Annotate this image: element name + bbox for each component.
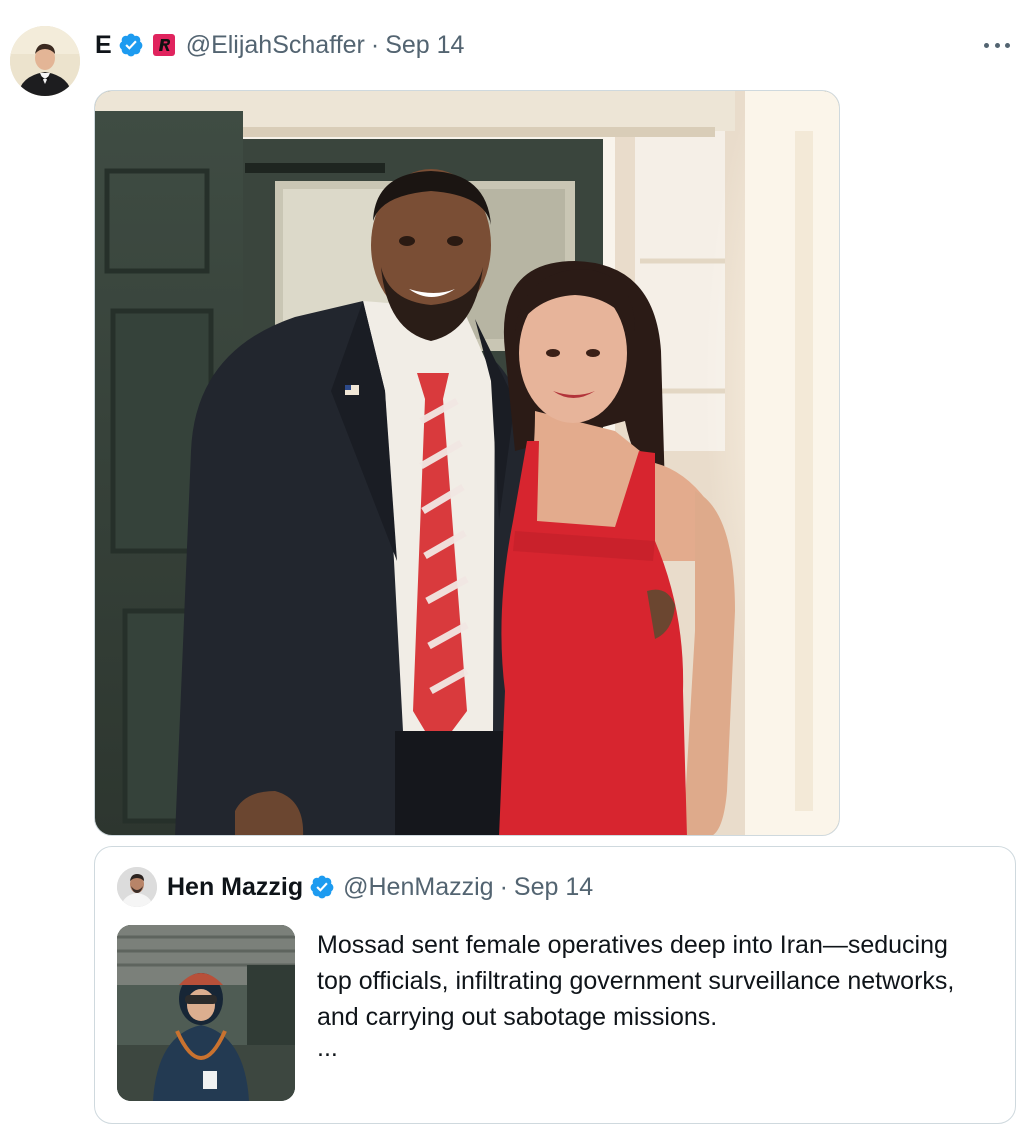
separator-dot: · (370, 30, 380, 59)
red-r-logo-icon (152, 34, 175, 56)
tweet-header: E @ElijahSchaffer · Sep 14 (95, 28, 464, 62)
author-avatar[interactable] (10, 26, 80, 96)
quoted-tweet-date[interactable]: Sep 14 (514, 873, 593, 902)
quoted-author-handle[interactable]: @HenMazzig (343, 873, 493, 902)
quoted-tweet[interactable]: Hen Mazzig @HenMazzig · Sep 14 Mossad se… (94, 846, 1016, 1124)
read-more-ellipsis[interactable]: ... (317, 1035, 977, 1061)
tweet[interactable]: E @ElijahSchaffer · Sep 14 Hen Mazzig @H… (0, 0, 1034, 1145)
author-handle[interactable]: @ElijahSchaffer (186, 31, 365, 60)
dot (1005, 42, 1010, 48)
dot (994, 42, 1000, 48)
tweet-photo[interactable] (94, 90, 840, 836)
separator-dot: · (499, 872, 508, 901)
quoted-tweet-header: Hen Mazzig @HenMazzig · Sep 14 (167, 871, 593, 903)
quoted-author-avatar[interactable] (117, 867, 157, 907)
dot (984, 42, 989, 48)
verified-badge-icon (119, 33, 143, 57)
quoted-tweet-text: Mossad sent female operatives deep into … (317, 927, 977, 1061)
quoted-author-name[interactable]: Hen Mazzig (167, 873, 303, 902)
tweet-date[interactable]: Sep 14 (385, 31, 464, 60)
author-name[interactable]: E (95, 31, 112, 60)
quoted-tweet-body: Mossad sent female operatives deep into … (317, 931, 955, 1031)
verified-badge-icon (310, 875, 334, 899)
more-options-icon[interactable] (980, 32, 1014, 58)
quoted-tweet-thumbnail[interactable] (117, 925, 295, 1101)
